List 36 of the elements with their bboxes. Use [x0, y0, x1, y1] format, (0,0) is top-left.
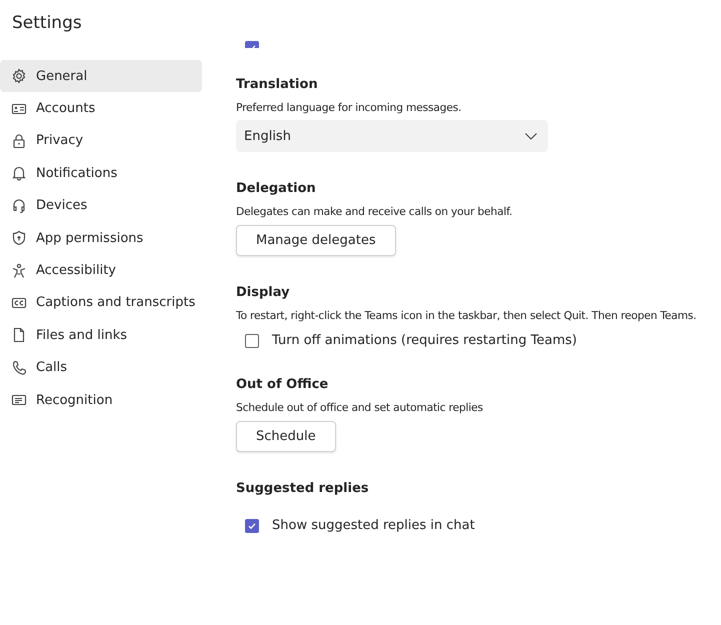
sidebar-item[interactable]: Privacy — [0, 124, 202, 158]
section-heading: Out of Office — [236, 376, 330, 394]
sidebar-item[interactable]: Calls — [0, 352, 202, 384]
lock-icon — [11, 132, 27, 149]
section-heading: Delegation — [236, 180, 317, 198]
action-button[interactable]: Manage delegates — [236, 225, 396, 256]
bell-icon — [11, 165, 27, 182]
sidebar-item[interactable]: App permissions — [0, 222, 202, 254]
checkbox-label: Turn off animations (requires restarting Teams) — [272, 333, 577, 348]
section-heading: Display — [236, 284, 291, 302]
section-description: To restart, right-click the Teams icon in the taskbar, then select Quit. Then reopen Teams. — [236, 308, 698, 323]
sidebar-item[interactable]: Accessibility — [0, 254, 202, 287]
sidebar-item[interactable]: Captions and transcripts — [0, 286, 202, 320]
checkbox[interactable] — [245, 334, 259, 348]
gear-icon — [11, 68, 27, 84]
shield-icon — [11, 230, 27, 246]
section-description: Delegates can make and receive calls on your behalf. — [236, 204, 514, 219]
section-description: Schedule out of office and set automatic replies — [236, 400, 484, 415]
phone-icon — [11, 360, 27, 376]
checkbox-label: Show suggested replies in chat — [272, 518, 475, 533]
person-icon — [11, 262, 27, 279]
settings-title: Settings — [12, 12, 83, 35]
sidebar-item[interactable]: General — [0, 60, 202, 92]
section-description: Preferred language for incoming messages. — [236, 100, 462, 115]
sidebar-item[interactable]: Recognition — [0, 384, 202, 416]
sidebar-item[interactable]: Files and links — [0, 319, 202, 352]
section-heading: Suggested replies — [236, 480, 370, 498]
document-icon — [11, 327, 27, 344]
language-dropdown[interactable]: English — [236, 120, 548, 152]
checkbox[interactable] — [245, 518, 259, 532]
section-heading: Translation — [236, 76, 319, 94]
sidebar-item[interactable]: Accounts — [0, 92, 202, 125]
sidebar-item[interactable]: Devices — [0, 190, 202, 222]
action-button[interactable]: Schedule — [236, 421, 336, 452]
headset-icon — [11, 198, 27, 214]
sidebar-item[interactable]: Notifications — [0, 157, 202, 190]
